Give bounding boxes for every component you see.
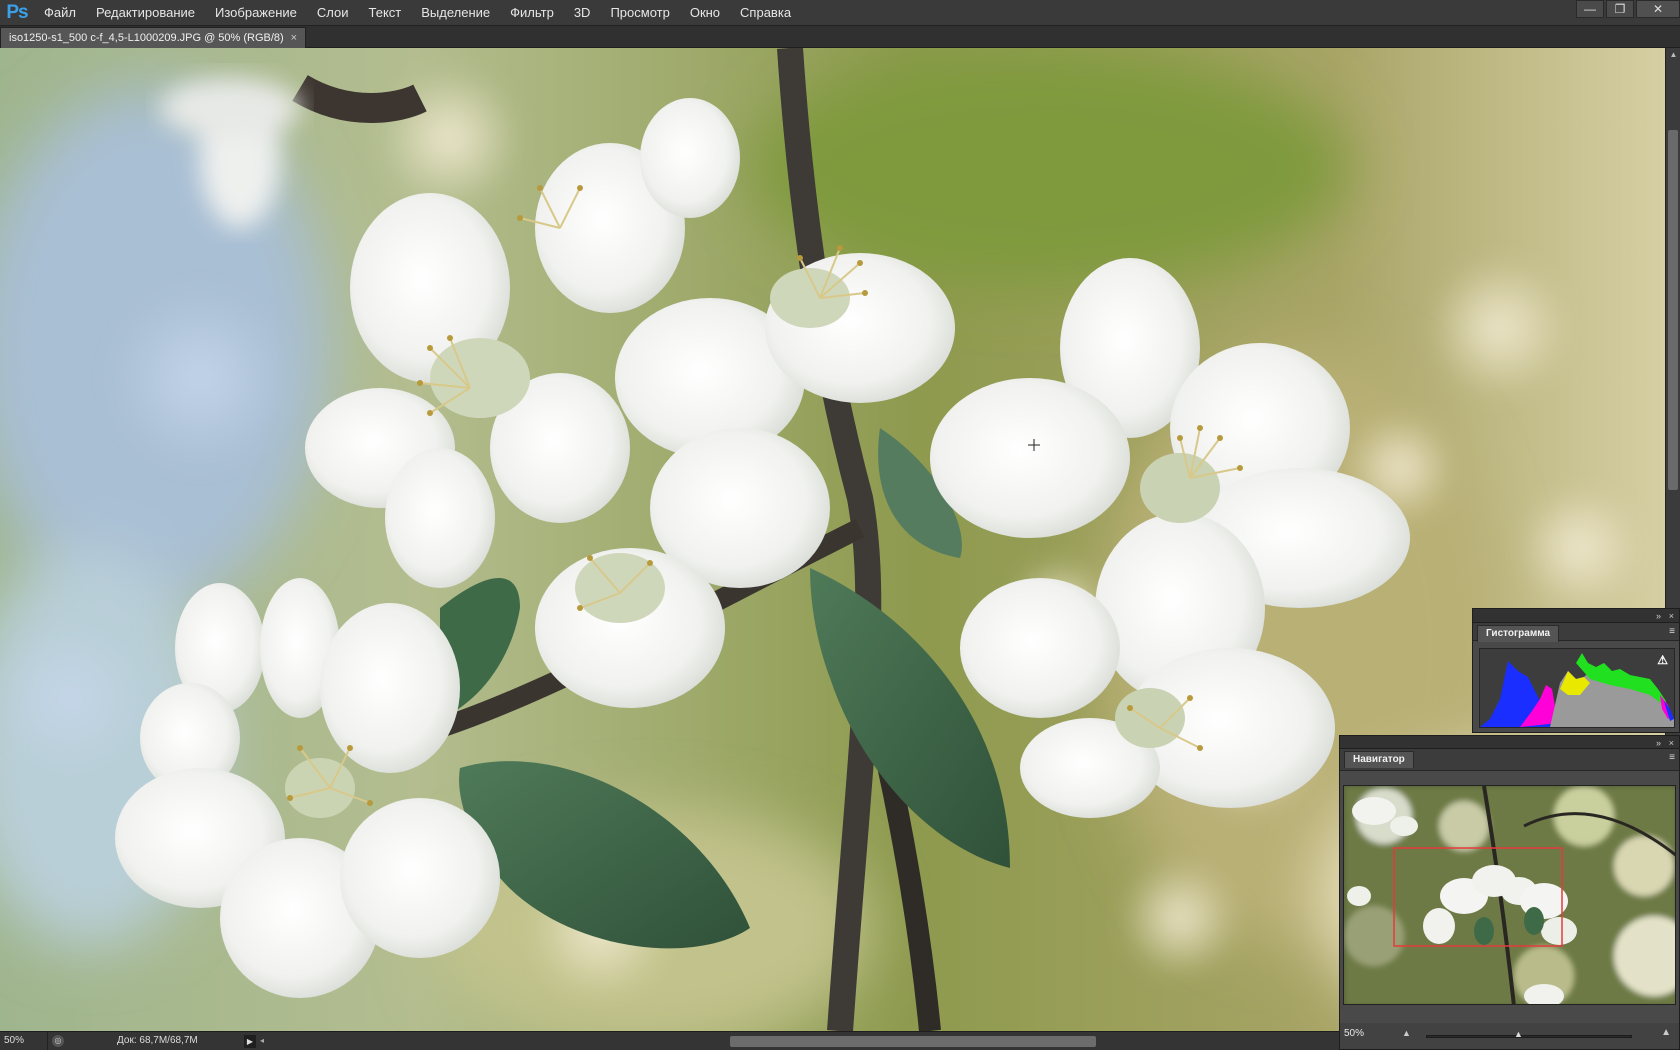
menu-window[interactable]: Окно	[680, 0, 730, 26]
close-icon[interactable]: ×	[1669, 609, 1674, 623]
histogram-panel: » × Гистограмма ≡ ⚠	[1472, 608, 1680, 733]
document-tab-title: iso1250-s1_500 c-f_4,5-L1000209.JPG @ 50…	[9, 32, 284, 44]
zoom-slider-track[interactable]	[1426, 1035, 1632, 1038]
zoom-in-icon[interactable]: ▲	[1661, 1027, 1671, 1038]
histogram-chart	[1480, 653, 1674, 727]
navigator-thumbnail	[1344, 786, 1675, 1004]
collapse-icon[interactable]: »	[1656, 609, 1661, 623]
panel-header-strip: » ×	[1473, 609, 1679, 623]
document-tab-bar: iso1250-s1_500 c-f_4,5-L1000209.JPG @ 50…	[0, 26, 1680, 48]
panel-tab-row: Навигатор ≡	[1340, 749, 1679, 771]
horizontal-scroll-thumb[interactable]	[730, 1036, 1096, 1047]
panel-header-strip: » ×	[1340, 736, 1679, 749]
status-menu-icon[interactable]: ▶	[244, 1035, 256, 1048]
zoom-slider-handle[interactable]: ▲	[1514, 1029, 1523, 1039]
cache-warning-icon[interactable]: ⚠	[1657, 653, 1668, 667]
vertical-scroll-thumb[interactable]	[1668, 130, 1678, 490]
menu-3d[interactable]: 3D	[564, 0, 601, 26]
collapse-icon[interactable]: »	[1656, 736, 1661, 750]
panel-menu-icon[interactable]: ≡	[1669, 625, 1675, 639]
tab-histogram[interactable]: Гистограмма	[1477, 625, 1560, 642]
menu-layers[interactable]: Слои	[307, 0, 359, 26]
menu-view[interactable]: Просмотр	[600, 0, 679, 26]
minimize-icon[interactable]: —	[1576, 0, 1604, 18]
window-controls: — ❐ ✕	[1574, 0, 1680, 20]
navigator-zoom-bar: 50% ▲ ▲ ▲	[1340, 1023, 1679, 1049]
navigator-zoom-field[interactable]: 50%	[1344, 1028, 1364, 1039]
menu-edit[interactable]: Редактирование	[86, 0, 205, 26]
panel-menu-icon[interactable]: ≡	[1669, 751, 1675, 765]
panel-tab-row: Гистограмма ≡	[1473, 623, 1679, 642]
menu-image[interactable]: Изображение	[205, 0, 307, 26]
tab-navigator[interactable]: Навигатор	[1344, 751, 1414, 768]
navigator-panel: » × Навигатор ≡ 50% ▲ ▲ ▲	[1339, 735, 1680, 1050]
close-tab-icon[interactable]: ×	[291, 28, 297, 48]
document-tab[interactable]: iso1250-s1_500 c-f_4,5-L1000209.JPG @ 50…	[0, 27, 306, 48]
navigator-preview[interactable]	[1343, 785, 1676, 1005]
scroll-left-icon[interactable]: ◂	[260, 1032, 264, 1050]
menu-filter[interactable]: Фильтр	[500, 0, 564, 26]
zoom-out-icon[interactable]: ▲	[1402, 1028, 1411, 1038]
restore-icon[interactable]: ❐	[1606, 0, 1634, 18]
menu-file[interactable]: Файл	[34, 0, 86, 26]
zoom-level[interactable]: 50%	[4, 1032, 48, 1050]
status-bar: 50% ◎ Док: 68,7M/68,7M ▶ ◂	[0, 1031, 1340, 1050]
document-size: Док: 68,7M/68,7M	[117, 1035, 198, 1046]
menu-bar: Ps Файл Редактирование Изображение Слои …	[0, 0, 1680, 26]
status-info-icon[interactable]: ◎	[52, 1035, 64, 1047]
close-icon[interactable]: ✕	[1636, 0, 1680, 18]
menu-type[interactable]: Текст	[359, 0, 412, 26]
histogram-graph: ⚠	[1479, 648, 1675, 728]
menu-help[interactable]: Справка	[730, 0, 801, 26]
scroll-up-icon[interactable]: ▲	[1666, 48, 1680, 62]
photoshop-logo[interactable]: Ps	[0, 0, 34, 26]
close-icon[interactable]: ×	[1669, 736, 1674, 750]
menu-select[interactable]: Выделение	[411, 0, 500, 26]
